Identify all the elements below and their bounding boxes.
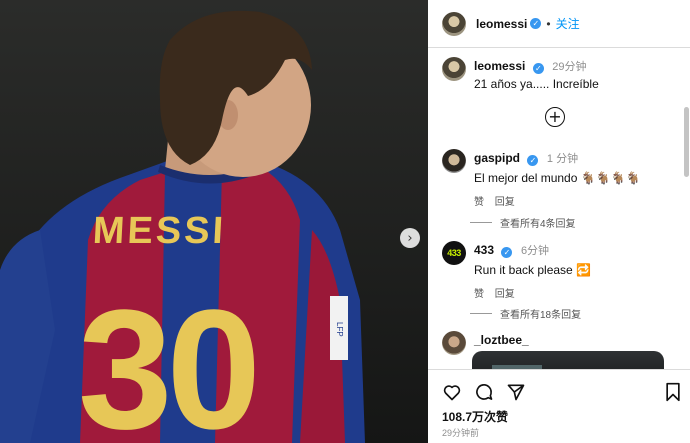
like-comment-button[interactable]: 赞 [474, 197, 484, 208]
header-username[interactable]: leomessi [476, 17, 527, 31]
post-image: MESSI 30 LFP [0, 0, 428, 443]
caption-time: 29分钟 [552, 61, 587, 73]
reply-button[interactable]: 回复 [495, 197, 515, 208]
share-icon[interactable] [506, 382, 526, 402]
comment-time: 6分钟 [520, 245, 550, 257]
comment-text: Run it back please 🔁 [474, 263, 591, 277]
reply-button[interactable]: 回复 [495, 289, 515, 300]
avatar[interactable]: 433 [442, 241, 466, 265]
caption-text: 21 años ya..... Increíble [474, 77, 599, 91]
jersey-number: 30 [78, 275, 255, 443]
caption-username[interactable]: leomessi [474, 59, 525, 73]
view-replies-label[interactable]: 查看所有4条回复 [500, 215, 576, 230]
divider [470, 313, 492, 314]
post-actions: 108.7万次赞 29分钟前 [428, 369, 690, 443]
add-circle-icon[interactable]: + [545, 107, 565, 127]
post-photo: MESSI 30 LFP › [0, 0, 428, 443]
avatar[interactable] [442, 57, 466, 81]
chevron-right-icon[interactable]: › [400, 228, 420, 248]
avatar[interactable] [442, 11, 466, 36]
bookmark-icon[interactable] [664, 382, 682, 402]
view-replies-button[interactable]: 查看所有4条回复 [470, 215, 576, 230]
verified-icon: ✓ [501, 247, 513, 258]
comment-time: 1 分钟 [546, 153, 579, 165]
post-sidebar: leomessi ✓ • 关注 leomessi ✓ 29分钟 21 años … [428, 0, 690, 443]
avatar[interactable] [442, 149, 466, 173]
post-time: 29分钟前 [442, 428, 480, 438]
comment-username[interactable]: gaspipd [474, 151, 520, 165]
like-comment-button[interactable]: 赞 [474, 289, 484, 300]
comment-icon[interactable] [474, 382, 494, 402]
comment-text: El mejor del mundo 🐐🐐🐐🐐 [474, 171, 641, 185]
caption: leomessi ✓ 29分钟 21 años ya..... Increíbl… [442, 57, 599, 91]
sleeve-patch-label: LFP [335, 322, 344, 337]
comment-username[interactable]: 433 [474, 243, 494, 257]
comment-video-thumbnail[interactable] [472, 351, 664, 369]
post-header: leomessi ✓ • 关注 [428, 0, 690, 48]
comment-username[interactable]: _loztbee_ [474, 333, 529, 347]
comments-list: leomessi ✓ 29分钟 21 años ya..... Increíbl… [428, 49, 690, 369]
follow-button[interactable]: 关注 [556, 15, 580, 32]
comment-item: gaspipd ✓ 1 分钟 El mejor del mundo 🐐🐐🐐🐐 赞… [442, 149, 640, 208]
heart-icon[interactable] [442, 382, 462, 402]
separator-dot: • [546, 16, 551, 31]
verified-icon: ✓ [527, 155, 539, 166]
view-replies-label[interactable]: 查看所有18条回复 [500, 306, 581, 321]
avatar-label: 433 [447, 248, 461, 258]
verified-icon: ✓ [530, 18, 542, 29]
view-replies-button[interactable]: 查看所有18条回复 [470, 306, 581, 321]
jersey-name: MESSI [92, 210, 227, 252]
avatar[interactable] [442, 331, 466, 355]
scrollbar[interactable] [684, 107, 689, 177]
divider [470, 222, 492, 223]
likes-count[interactable]: 108.7万次赞 [442, 408, 508, 425]
comment-item: 433 433 ✓ 6分钟 Run it back please 🔁 赞 回复 [442, 241, 591, 300]
verified-icon: ✓ [532, 63, 544, 74]
